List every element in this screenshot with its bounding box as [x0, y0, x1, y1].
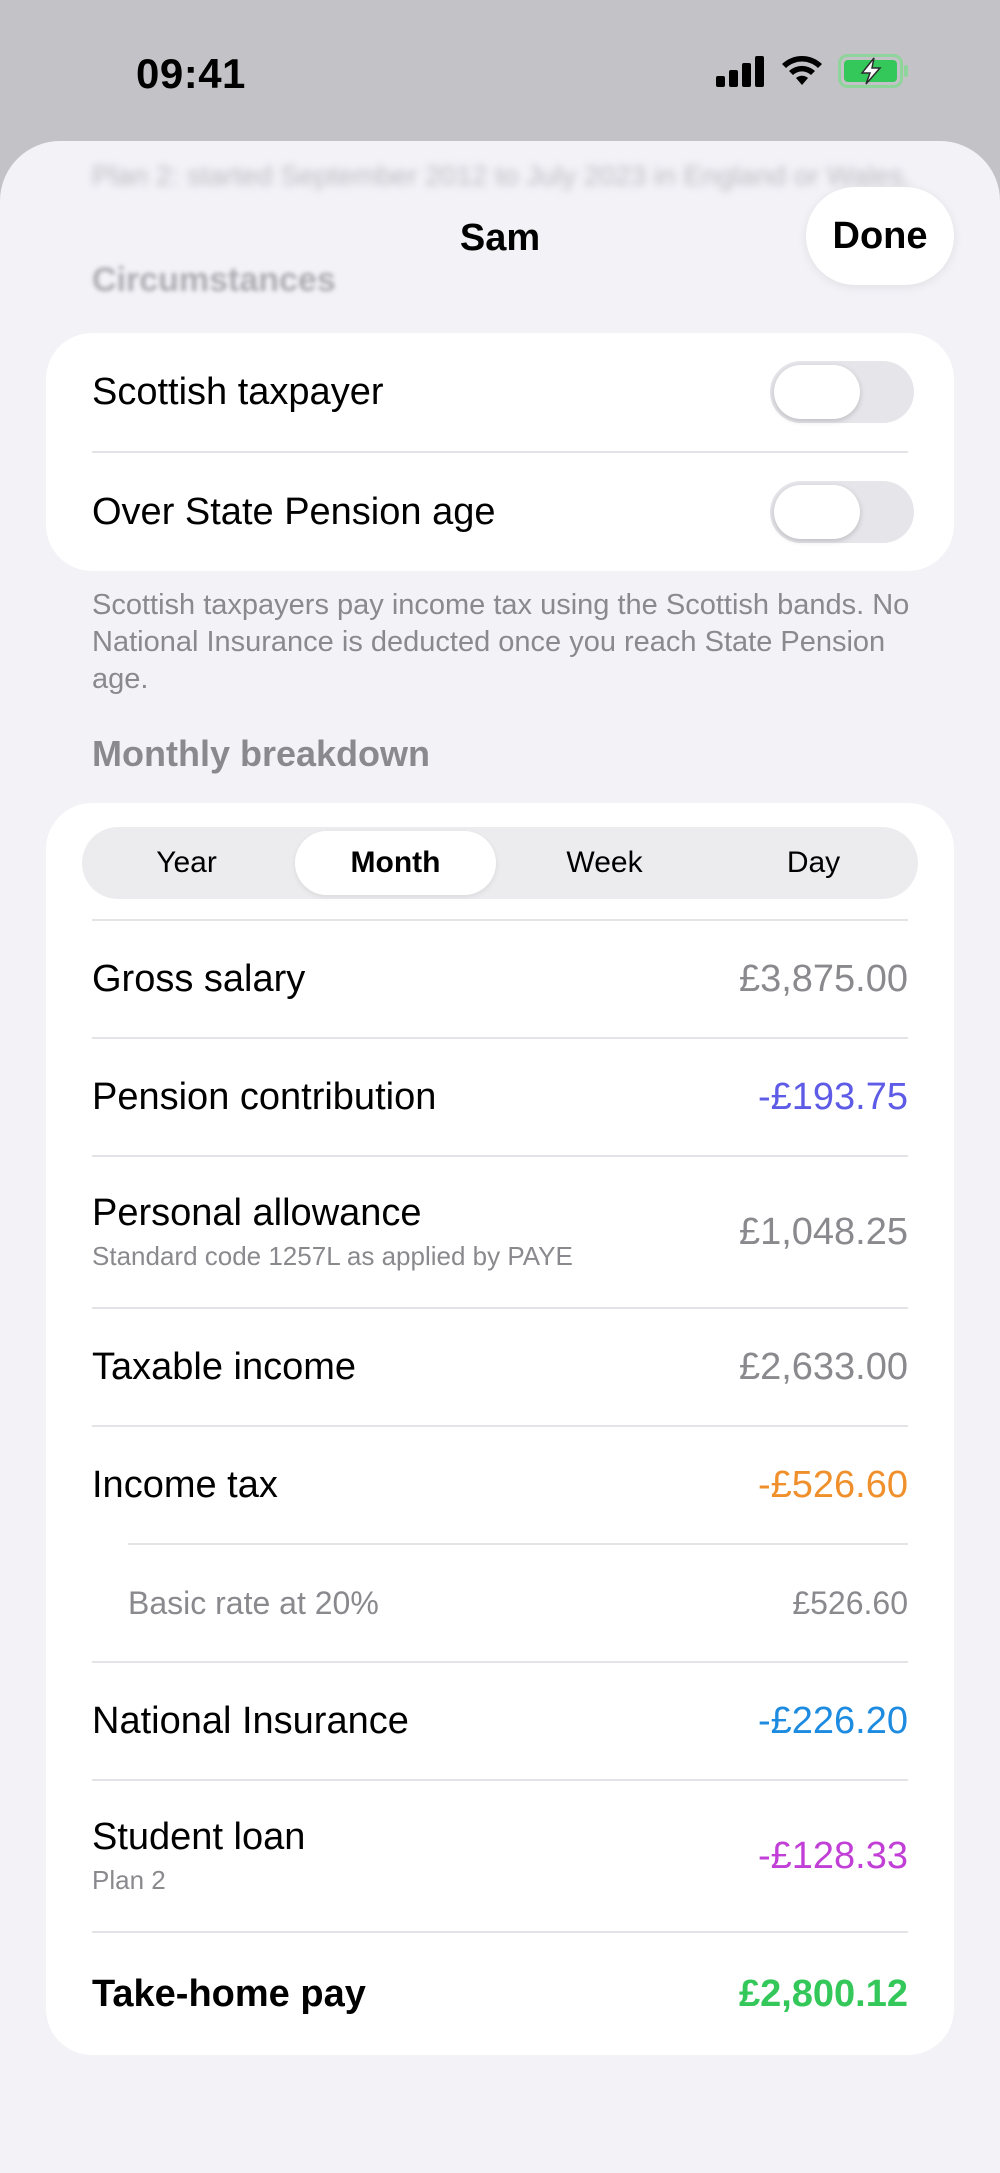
row-value: -£226.20 [757, 1699, 908, 1742]
row-label: Taxable income [92, 1345, 357, 1388]
scrolled-footnote: Plan 2: started September 2012 to July 2… [92, 160, 912, 191]
row-basic-rate: Basic rate at 20% £526.60 [128, 1543, 908, 1661]
row-value: £2,633.00 [738, 1345, 908, 1388]
row-label: Basic rate at 20% [128, 1584, 379, 1621]
done-button[interactable]: Done [806, 187, 954, 285]
period-segmented-control: Year Month Week Day [82, 827, 918, 899]
row-sublabel: Plan 2 [92, 1865, 166, 1895]
toggle-knob [774, 485, 860, 539]
row-label: Gross salary [92, 957, 306, 1000]
circumstances-section-header: Circumstances [92, 261, 336, 299]
row-gross-salary: Gross salary £3,875.00 [92, 919, 908, 1037]
row-value: £526.60 [792, 1584, 908, 1621]
row-student-loan: Student loan Plan 2 -£128.33 [92, 1779, 908, 1931]
scottish-taxpayer-row: Scottish taxpayer [46, 333, 954, 451]
row-label: Take-home pay [92, 1972, 366, 2015]
toggle-knob [774, 365, 860, 419]
row-label: Personal allowance [92, 1192, 422, 1234]
row-national-insurance: National Insurance -£226.20 [92, 1661, 908, 1779]
state-pension-age-row: Over State Pension age [46, 453, 954, 571]
row-label: Pension contribution [92, 1075, 437, 1118]
segment-day[interactable]: Day [713, 831, 914, 895]
row-value: £2,800.12 [738, 1972, 908, 2015]
segment-year[interactable]: Year [86, 831, 287, 895]
state-pension-age-toggle[interactable] [770, 481, 914, 543]
segment-week[interactable]: Week [504, 831, 705, 895]
battery-charging-icon [838, 54, 910, 93]
row-taxable-income: Taxable income £2,633.00 [92, 1307, 908, 1425]
status-time: 09:41 [136, 50, 246, 97]
circumstances-footnote: Scottish taxpayers pay income tax using … [92, 589, 910, 695]
row-sublabel: Standard code 1257L as applied by PAYE [92, 1241, 573, 1271]
status-icons [716, 54, 910, 93]
circumstances-card: Scottish taxpayer Over State Pension age [46, 333, 954, 571]
row-label: National Insurance [92, 1699, 409, 1742]
wifi-icon [780, 55, 824, 92]
row-label: Income tax [92, 1463, 278, 1506]
status-bar: 09:41 [0, 0, 1000, 140]
row-value: -£526.60 [757, 1463, 908, 1506]
scottish-taxpayer-toggle[interactable] [770, 361, 914, 423]
row-income-tax: Income tax -£526.60 [92, 1425, 908, 1543]
cellular-signal-icon [716, 55, 766, 92]
row-take-home-pay: Take-home pay £2,800.12 [92, 1931, 908, 2055]
row-value: £3,875.00 [738, 957, 908, 1000]
bottom-sheet: Plan 2: started September 2012 to July 2… [0, 141, 1000, 2173]
row-value: -£193.75 [757, 1075, 908, 1118]
breakdown-section-header: Monthly breakdown [92, 733, 431, 774]
row-label: Student loan [92, 1816, 306, 1858]
row-value: £1,048.25 [738, 1210, 908, 1253]
row-value: -£128.33 [757, 1834, 908, 1877]
breakdown-card: Year Month Week Day Gross salary £3,875.… [46, 803, 954, 2055]
row-pension-contribution: Pension contribution -£193.75 [92, 1037, 908, 1155]
row-personal-allowance: Personal allowance Standard code 1257L a… [92, 1155, 908, 1307]
segment-month[interactable]: Month [295, 831, 496, 895]
